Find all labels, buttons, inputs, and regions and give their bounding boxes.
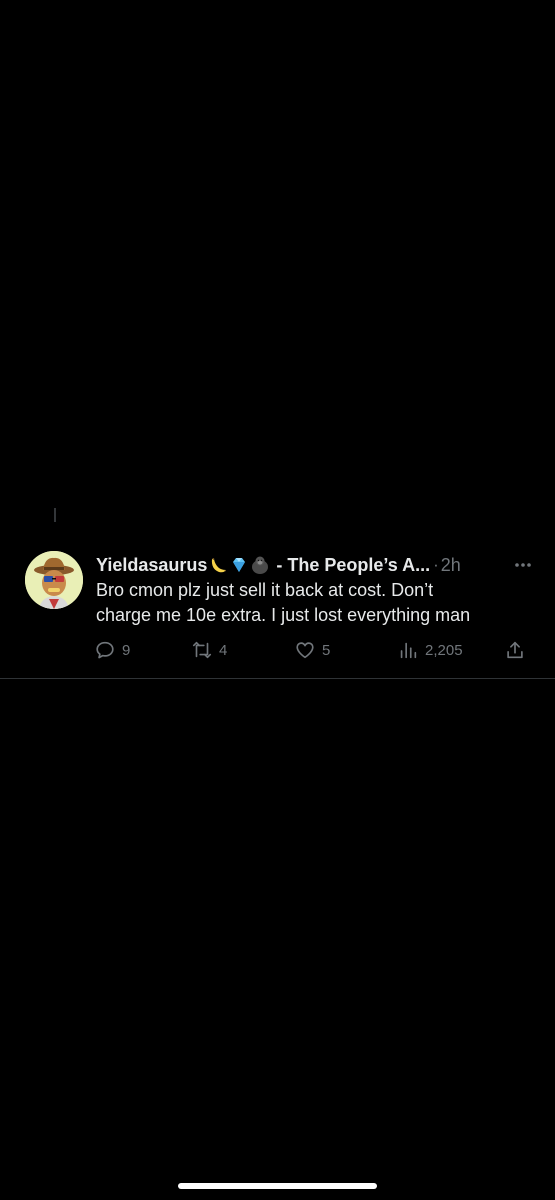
views-button[interactable]: 2,205 [397, 638, 463, 662]
heart-icon [294, 639, 316, 661]
reply-button[interactable]: 9 [94, 638, 130, 662]
retweet-count: 4 [219, 641, 228, 659]
reply-count: 9 [122, 641, 131, 659]
avatar-image [25, 551, 83, 609]
tweet-text-line: charge me 10e extra. I just lost everyth… [96, 605, 471, 625]
avatar[interactable] [25, 551, 83, 609]
like-button[interactable]: 5 [294, 638, 330, 662]
reply-icon [94, 639, 116, 661]
tweet[interactable]: Yieldasaurus - The People’s A... · 2h Br… [0, 536, 555, 679]
timestamp[interactable]: 2h [441, 555, 461, 576]
retweet-button[interactable]: 4 [191, 638, 227, 662]
views-count: 2,205 [425, 641, 463, 659]
display-name-suffix: - The People’s A... [276, 554, 431, 575]
like-count: 5 [322, 641, 331, 659]
gem-icon [229, 555, 249, 575]
thread-connector-line [54, 508, 56, 522]
gorilla-icon [250, 555, 270, 575]
tweet-text: Bro cmon plz just sell it back at cost. … [96, 578, 536, 628]
tweet-header: Yieldasaurus - The People’s A... · 2h [96, 552, 536, 578]
views-icon [397, 639, 419, 661]
banana-icon [208, 555, 228, 575]
header-separator: · [433, 555, 439, 574]
home-indicator[interactable] [178, 1183, 377, 1189]
share-button[interactable] [504, 638, 526, 662]
retweet-icon [191, 639, 213, 661]
action-bar: 9 4 5 2,205 [94, 638, 534, 662]
share-icon [504, 639, 526, 661]
display-name[interactable]: Yieldasaurus [96, 555, 207, 576]
tweet-text-line: Bro cmon plz just sell it back at cost. … [96, 580, 434, 600]
more-options-icon[interactable] [510, 552, 536, 578]
